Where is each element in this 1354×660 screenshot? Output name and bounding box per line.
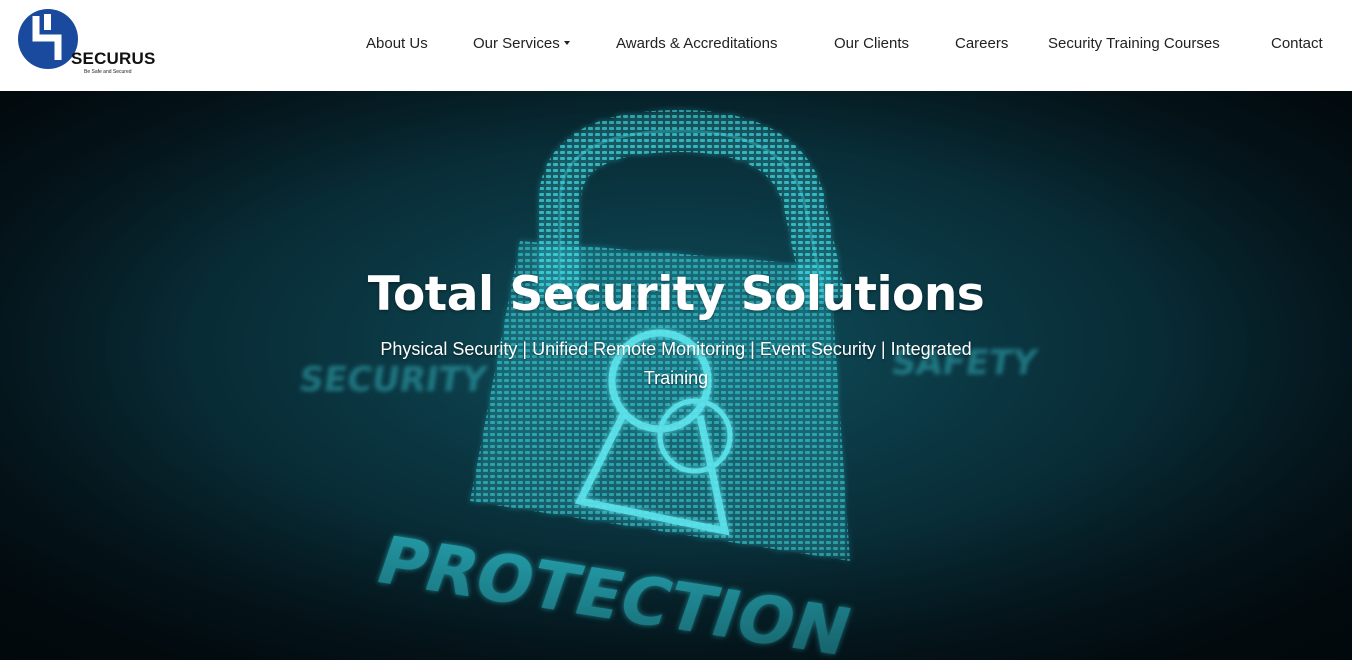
main-navigation: About Us Our Services Awards & Accredita… bbox=[0, 33, 1354, 57]
site-header: SECURUS Be Safe and Secured About Us Our… bbox=[0, 0, 1354, 91]
nav-awards[interactable]: Awards & Accreditations bbox=[616, 33, 777, 55]
nav-label: Awards & Accreditations bbox=[616, 35, 778, 52]
hero-subtitle: Physical Security | Unified Remote Monit… bbox=[380, 339, 972, 388]
nav-label: Contact bbox=[1271, 35, 1323, 52]
nav-our-clients[interactable]: Our Clients bbox=[834, 33, 909, 55]
nav-careers[interactable]: Careers bbox=[955, 33, 1008, 55]
caret-down-icon bbox=[563, 41, 570, 46]
nav-contact[interactable]: Contact bbox=[1271, 33, 1323, 55]
nav-label: About Us bbox=[366, 35, 428, 52]
nav-label: Careers bbox=[955, 35, 1009, 52]
nav-label: Security Training Courses bbox=[1048, 35, 1220, 52]
brand-tagline: Be Safe and Secured bbox=[84, 69, 132, 75]
nav-security-training-courses[interactable]: Security Training Courses bbox=[1048, 33, 1220, 55]
nav-label: Our Services bbox=[473, 35, 560, 52]
nav-about-us[interactable]: About Us bbox=[366, 33, 428, 55]
hero-title: Total Security Solutions bbox=[367, 267, 985, 322]
nav-label: Our Clients bbox=[834, 35, 910, 52]
nav-our-services[interactable]: Our Services bbox=[473, 33, 570, 55]
hero-banner: SECURITY SAFETY PROTECTION Total Securit… bbox=[0, 91, 1352, 660]
